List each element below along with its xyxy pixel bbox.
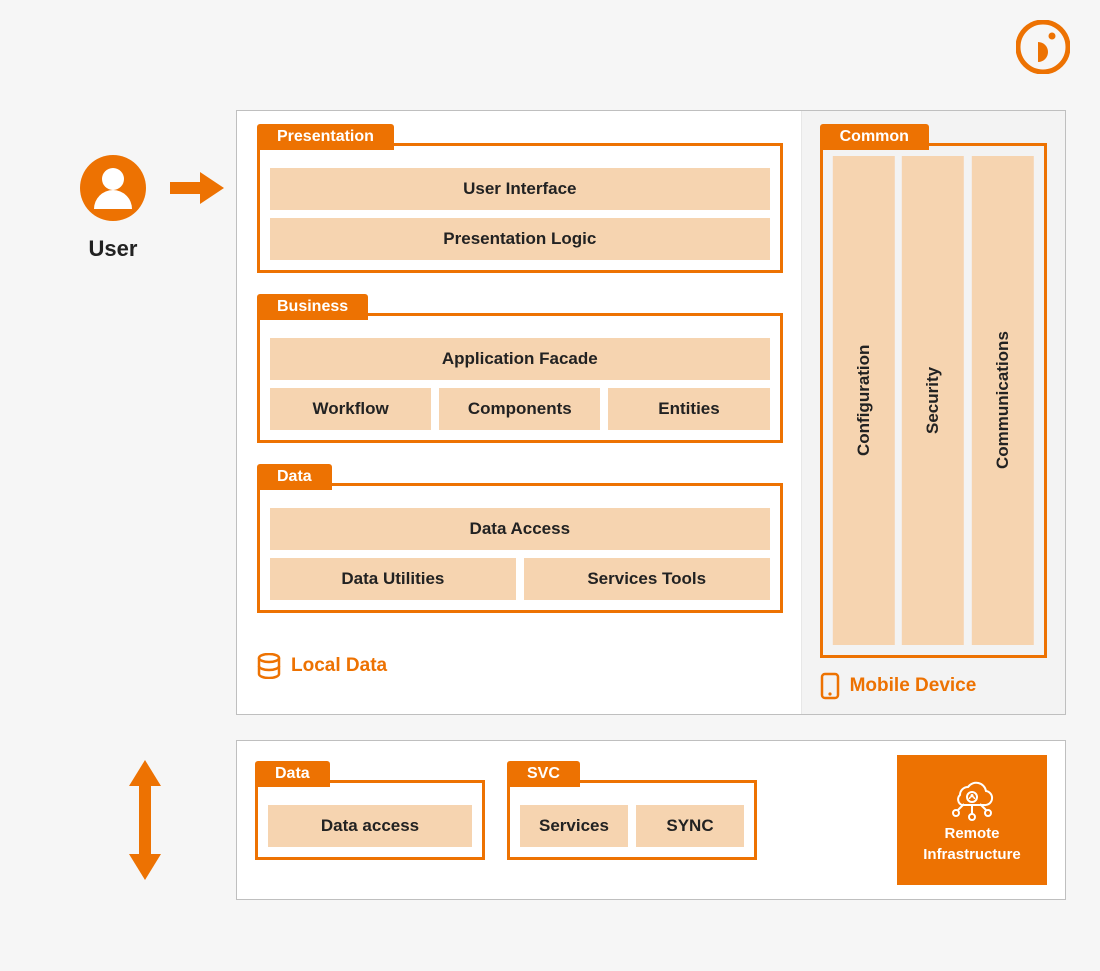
data-tab: Data <box>257 464 332 490</box>
remote-data-layer: Data Data access <box>255 780 485 860</box>
block-communications: Communications <box>972 156 1034 645</box>
block-data-access: Data Access <box>270 508 770 550</box>
mobile-device-footer: Mobile Device <box>820 672 1047 700</box>
common-tab: Common <box>820 124 929 150</box>
block-entities: Entities <box>608 388 769 430</box>
remote-infrastructure: Remote Infrastructure <box>897 755 1047 885</box>
block-remote-data-access: Data access <box>268 805 472 847</box>
block-application-facade: Application Facade <box>270 338 770 380</box>
data-layer: Data Data Access Data Utilities Services… <box>257 483 783 613</box>
remote-label-2: Infrastructure <box>923 846 1021 863</box>
remote-label-1: Remote <box>944 825 999 842</box>
sync-arrow-icon <box>125 760 165 885</box>
common-pane: Common Configuration Security Communicat… <box>801 111 1065 714</box>
block-configuration: Configuration <box>833 156 895 645</box>
business-tab: Business <box>257 294 368 320</box>
block-presentation-logic: Presentation Logic <box>270 218 770 260</box>
svc-layer: SVC Services SYNC <box>507 780 757 860</box>
cloud-network-icon <box>946 777 998 821</box>
block-data-utilities: Data Utilities <box>270 558 516 600</box>
remote-data-tab: Data <box>255 761 330 787</box>
presentation-tab: Presentation <box>257 124 394 150</box>
block-workflow: Workflow <box>270 388 431 430</box>
block-security: Security <box>902 156 964 645</box>
block-sync: SYNC <box>636 805 744 847</box>
mobile-device-label: Mobile Device <box>850 675 977 697</box>
user-actor: User <box>80 155 146 262</box>
local-data-footer: Local Data <box>257 653 783 679</box>
local-data-label: Local Data <box>291 655 387 677</box>
arrow-right-icon <box>170 168 226 213</box>
presentation-layer: Presentation User Interface Presentation… <box>257 143 783 273</box>
common-layer: Common Configuration Security Communicat… <box>820 143 1047 658</box>
block-services: Services <box>520 805 628 847</box>
device-container: Presentation User Interface Presentation… <box>236 110 1066 715</box>
svc-tab: SVC <box>507 761 580 787</box>
remote-container: Data Data access SVC Services SYNC Remot… <box>236 740 1066 900</box>
block-services-tools: Services Tools <box>524 558 770 600</box>
layered-architecture-pane: Presentation User Interface Presentation… <box>237 111 801 714</box>
user-icon <box>80 155 146 221</box>
brand-logo-icon <box>1016 20 1070 79</box>
block-components: Components <box>439 388 600 430</box>
database-icon <box>257 653 281 679</box>
business-layer: Business Application Facade Workflow Com… <box>257 313 783 443</box>
mobile-icon <box>820 672 840 700</box>
block-user-interface: User Interface <box>270 168 770 210</box>
user-label: User <box>80 236 146 262</box>
